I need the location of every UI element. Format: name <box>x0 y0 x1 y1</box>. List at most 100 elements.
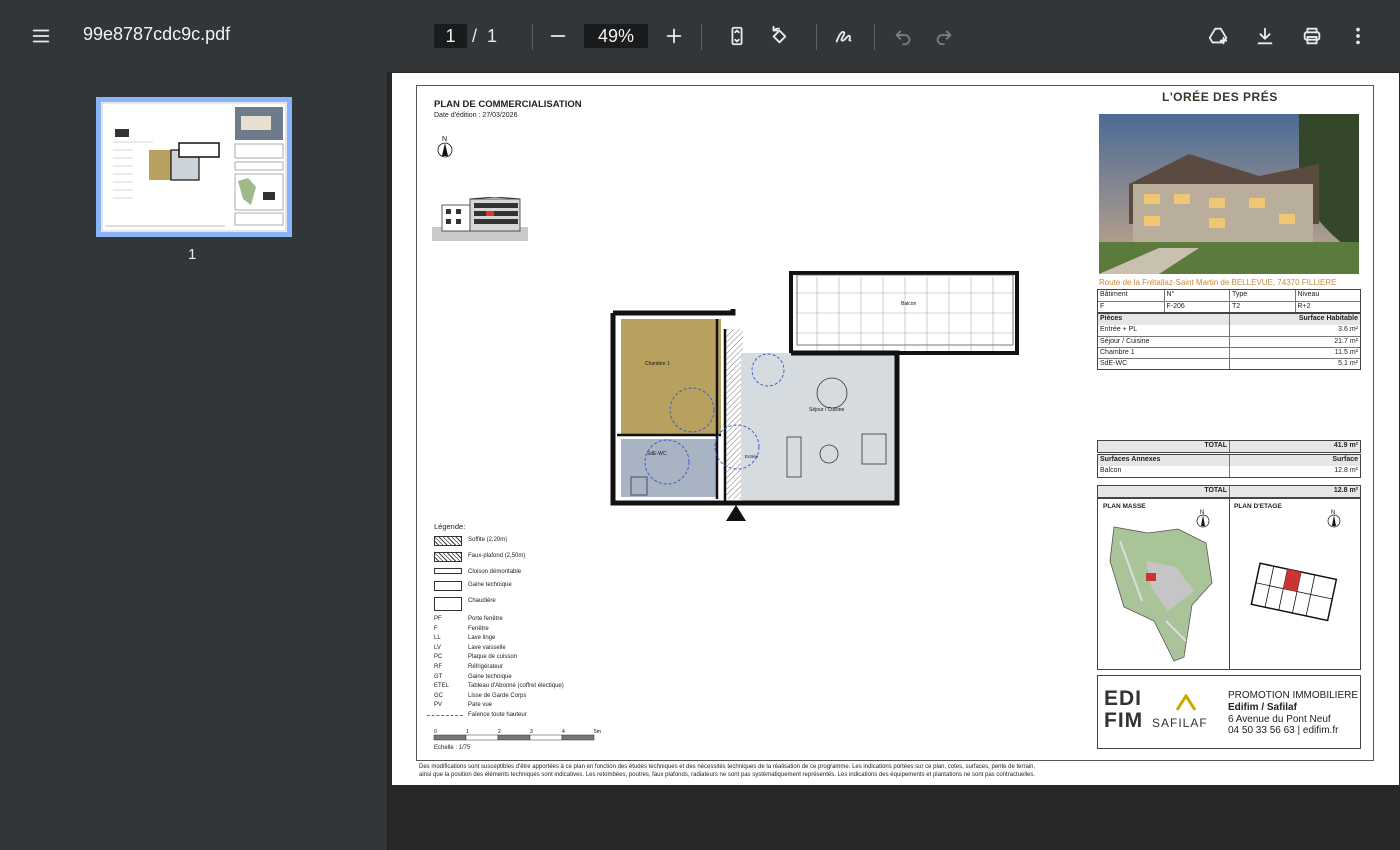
legend-abbr-code: PC <box>434 654 443 661</box>
legend-abbr-code: PF <box>434 616 442 622</box>
edition-date: Date d'édition : 27/03/2026 <box>434 112 518 119</box>
legend-abbr-label: Réfrigérateur <box>468 664 504 670</box>
legend-hatch-label: Gaine technique <box>468 582 512 588</box>
page-title: PLAN DE COMMERCIALISATION <box>434 99 582 110</box>
toolbar-divider <box>874 24 875 50</box>
legend-swatch <box>434 597 462 611</box>
room-label-sejour: Séjour / Cuisine <box>809 407 845 413</box>
legend-abbr-label: Gaine technique <box>468 673 512 680</box>
building-elevation-image <box>432 197 528 241</box>
zoom-in-button[interactable] <box>656 18 692 54</box>
zoom-level-input[interactable]: 49% <box>584 24 648 48</box>
promo-address: 6 Avenue du Pont Neuf <box>1228 714 1331 725</box>
toolbar-divider <box>701 24 702 50</box>
zoom-out-button[interactable] <box>540 18 576 54</box>
print-icon[interactable] <box>1294 18 1330 54</box>
room-row: Séjour / Cuisine 21.7 m² <box>1098 336 1360 347</box>
annex-surfaces-table: Surfaces Annexes Surface Balcon 12.8 m² <box>1097 454 1361 478</box>
info-value-cell: R+2 <box>1294 302 1361 312</box>
info-value-cell: F <box>1100 303 1105 310</box>
info-value-cell: T2 <box>1229 302 1295 312</box>
legend-abbr-code: F <box>434 625 438 632</box>
legend-abbr-label: Lave vaisselle <box>468 644 506 651</box>
legend-abbr-code: RF <box>434 664 442 670</box>
north-arrow-icon: N <box>437 136 453 158</box>
legend-abbr-label: Tableau d'Abonné (coffret électique) <box>468 683 564 690</box>
room-name: Chambre 1 <box>1100 349 1135 356</box>
plan-masse-label: PLAN MASSE <box>1103 503 1146 510</box>
page-number-input[interactable]: 1 <box>434 24 467 48</box>
edifim-logo: EDIFIM <box>1104 687 1144 732</box>
annex-surface: 12.8 m² <box>1229 466 1360 477</box>
scale-tick-label: 3 <box>530 729 533 735</box>
promoter-box: EDIFIM SAFILAF PROMOTION IMMOBILIERE Edi… <box>1097 675 1361 749</box>
save-to-drive-icon[interactable] <box>1200 18 1236 54</box>
legend-title: Légende: <box>434 522 466 531</box>
legend-hatch-label: Cloison démontable <box>468 569 522 575</box>
redo-icon[interactable] <box>926 18 962 54</box>
legend-abbr-code: GT <box>434 673 443 680</box>
info-value-cell: F-206 <box>1163 302 1230 312</box>
legend-abbr-code: GC <box>434 692 443 699</box>
promo-name: Edifim / Safilaf <box>1228 702 1297 713</box>
disclaimer-line-2: ainsi que la position des éléments techn… <box>419 772 1036 778</box>
thumbnail-page-number: 1 <box>188 246 197 263</box>
lot-info-table: Bâtiment N° Type Niveau F F-206 T2 R+2 <box>1097 289 1361 313</box>
promo-contact: 04 50 33 56 63 | edifim.fr <box>1228 725 1339 736</box>
legend-swatch <box>434 568 462 574</box>
safilaf-logo: SAFILAF <box>1152 716 1208 730</box>
room-label-balcon: Balcon <box>901 301 917 307</box>
room-name: SdE-WC <box>1100 360 1128 367</box>
plan-etage-label: PLAN D'ETAGE <box>1234 503 1282 510</box>
undo-icon[interactable] <box>885 18 921 54</box>
safilaf-logo-icon <box>1175 694 1197 711</box>
pdf-toolbar: 99e8787cdc9c.pdf 1 / 1 49% <box>0 0 1400 72</box>
scale-tick-label: 4 <box>562 729 565 735</box>
room-row: Chambre 1 11.5 m² <box>1098 347 1360 358</box>
info-header-cell: Niveau <box>1294 290 1361 301</box>
legend-abbr-code: PV <box>434 702 443 709</box>
legend-abbr-label: Faïence toute hauteur <box>468 712 527 718</box>
legend-abbr-code: LV <box>434 644 441 651</box>
legend-hatch-label: Faux-plafond (2,50m) <box>468 553 526 559</box>
info-header-cell: Bâtiment <box>1100 291 1128 298</box>
legend-swatch <box>434 581 462 591</box>
legend-abbr-label: Lisse de Garde Corps <box>468 692 527 699</box>
legend-abbr-code: LL <box>434 635 441 642</box>
legend-swatch <box>434 552 462 562</box>
building-render-image <box>1099 114 1359 274</box>
toolbar-divider <box>816 24 817 50</box>
room-label-sdewc: SdE-WC <box>647 451 667 457</box>
legend-abbr-label: Plaque de cuisson <box>468 654 518 661</box>
north-arrow-icon: N <box>1327 510 1341 528</box>
scale-tick-label: 1 <box>466 729 469 735</box>
page-thumbnail[interactable] <box>96 97 292 237</box>
fit-page-icon[interactable] <box>719 18 755 54</box>
room-name: Entrée + PL <box>1100 326 1138 333</box>
scale-tick-label: 0 <box>434 729 437 735</box>
rooms-table: Pièces Surface Habitable Entrée + PL 3.6 m… <box>1097 313 1361 370</box>
room-label-chambre: Chambre 1 <box>645 361 670 367</box>
rotate-icon[interactable] <box>761 18 797 54</box>
room-name: Séjour / Cuisine <box>1100 338 1150 345</box>
download-icon[interactable] <box>1247 18 1283 54</box>
legend-abbr-label: Lave linge <box>468 635 496 642</box>
hamburger-menu-icon[interactable] <box>23 18 59 54</box>
floor-plan-drawing: Chambre 1 SdE-WC Entrée Séjour / Cuisine… <box>610 271 1019 521</box>
property-address: Route de la Frétallaz-Saint Martin de BE… <box>1099 278 1337 287</box>
brand-logo: L'ORÉE DES PRÉS <box>1162 90 1278 104</box>
legend-swatch <box>434 536 462 546</box>
more-options-icon[interactable] <box>1340 18 1376 54</box>
page-total: / 1 <box>472 26 498 46</box>
room-surface: 21.7 m² <box>1229 337 1360 347</box>
legend-abbr-label: Pare vue <box>468 702 493 709</box>
annex-name: Balcon <box>1100 467 1122 474</box>
room-row: Entrée + PL 3.6 m² <box>1098 325 1360 336</box>
room-row: SdE-WC 5.1 m² <box>1098 358 1360 369</box>
draw-annotation-icon[interactable] <box>826 18 862 54</box>
scale-label: Echelle : 1/75 <box>434 745 471 751</box>
toolbar-divider <box>532 24 533 50</box>
room-surface: 5.1 m² <box>1229 359 1360 369</box>
info-header-cell: Type <box>1229 290 1295 301</box>
scale-tick-label: 2 <box>498 729 501 735</box>
